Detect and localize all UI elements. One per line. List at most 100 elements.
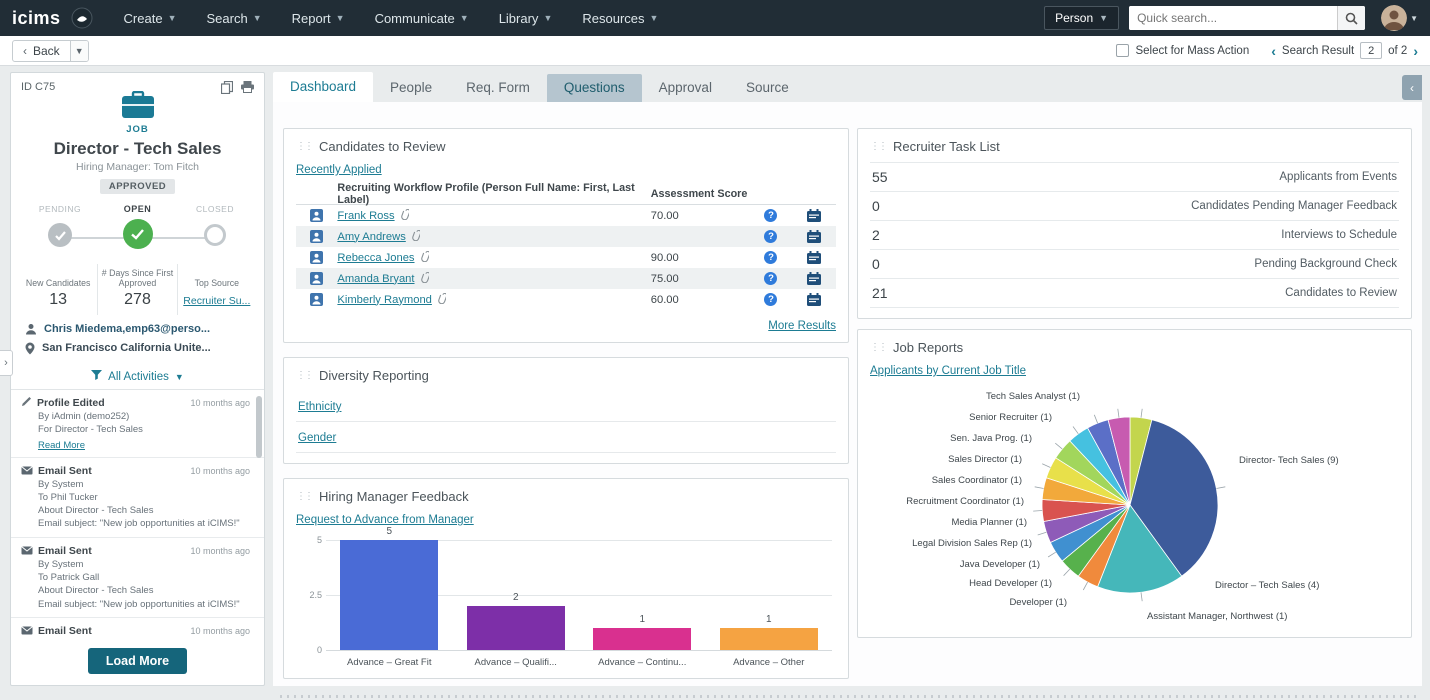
help-icon[interactable]: ?: [764, 293, 777, 306]
collapse-panel-button[interactable]: ‹: [1402, 75, 1422, 100]
schedule-interview-icon[interactable]: [793, 293, 836, 306]
activity-item[interactable]: Email Sent 10 months ago By System To Ph…: [11, 458, 264, 538]
menu-report[interactable]: Report▼: [279, 0, 358, 36]
task-count: 55: [872, 169, 888, 185]
table-row[interactable]: Kimberly Raymond 60.00 ?: [296, 289, 836, 310]
menu-create[interactable]: Create▼: [111, 0, 190, 36]
help-icon[interactable]: ?: [764, 209, 777, 222]
bar-value: 5: [386, 526, 392, 537]
step-closed[interactable]: CLOSED: [180, 204, 250, 256]
back-button[interactable]: ‹Back ▼: [12, 40, 89, 62]
candidate-link[interactable]: Amanda Bryant: [337, 273, 414, 285]
step-pending[interactable]: PENDING: [25, 204, 95, 256]
step-open[interactable]: OPEN: [103, 204, 173, 256]
recently-applied-link[interactable]: Recently Applied: [296, 164, 382, 176]
task-count: 21: [872, 285, 888, 301]
search-scope-dropdown[interactable]: Person▼: [1044, 6, 1119, 30]
stat-value: 13: [21, 291, 95, 309]
applicants-by-job-title-link[interactable]: Applicants by Current Job Title: [870, 365, 1026, 377]
paperclip-icon: [420, 272, 429, 286]
schedule-interview-icon[interactable]: [793, 230, 836, 243]
column-header-score[interactable]: Assessment Score: [651, 188, 750, 200]
tab-req-form[interactable]: Req. Form: [449, 74, 547, 102]
task-row[interactable]: 0Candidates Pending Manager Feedback: [870, 192, 1399, 221]
bar-advance-continue: [593, 628, 691, 650]
read-more-link[interactable]: Read More: [38, 440, 85, 451]
avatar: [1381, 5, 1407, 31]
activity-line: By iAdmin (demo252): [38, 410, 250, 423]
task-row[interactable]: 21Candidates to Review: [870, 279, 1399, 308]
panel-title: Hiring Manager Feedback: [319, 489, 469, 504]
x-label: Advance – Continu...: [579, 657, 706, 668]
activity-line: To Phil Tucker: [38, 491, 250, 504]
top-source-link[interactable]: Recruiter Su...: [183, 295, 250, 307]
activity-item[interactable]: Email Sent 10 months ago By System To Ky…: [11, 618, 264, 639]
schedule-interview-icon[interactable]: [793, 251, 836, 264]
schedule-interview-icon[interactable]: [793, 272, 836, 285]
envelope-icon: [21, 464, 33, 478]
table-row[interactable]: Frank Ross 70.00 ?: [296, 205, 836, 226]
help-icon[interactable]: ?: [764, 251, 777, 264]
more-results-link[interactable]: More Results: [768, 320, 836, 332]
tab-source[interactable]: Source: [729, 74, 806, 102]
table-row[interactable]: Rebecca Jones 90.00 ?: [296, 247, 836, 268]
drag-handle-icon[interactable]: ⋮⋮: [870, 343, 886, 353]
menu-resources[interactable]: Resources▼: [569, 0, 671, 36]
back-dropdown-caret[interactable]: ▼: [70, 41, 88, 61]
result-number-input[interactable]: 2: [1360, 42, 1382, 59]
sidebar-expand-button[interactable]: ›: [0, 350, 13, 376]
tab-approval[interactable]: Approval: [642, 74, 729, 102]
next-result-button[interactable]: ›: [1413, 44, 1418, 58]
table-row[interactable]: Amanda Bryant 75.00 ?: [296, 268, 836, 289]
search-button[interactable]: [1337, 6, 1365, 30]
activity-title: Profile Edited: [37, 397, 105, 409]
pie-label: Head Developer (1): [969, 578, 1052, 589]
chevron-down-icon: ▼: [460, 13, 469, 23]
load-more-button[interactable]: Load More: [88, 648, 187, 674]
candidate-link[interactable]: Kimberly Raymond: [337, 294, 432, 306]
activity-item[interactable]: Email Sent 10 months ago By System To Pa…: [11, 538, 264, 618]
chevron-down-icon: ▼: [175, 372, 184, 382]
drag-handle-icon[interactable]: ⋮⋮: [296, 492, 312, 502]
gender-link[interactable]: Gender: [298, 432, 336, 444]
filter-funnel-icon: [91, 370, 102, 383]
tab-dashboard[interactable]: Dashboard: [273, 72, 373, 102]
candidate-link[interactable]: Frank Ross: [337, 210, 394, 222]
task-count: 2: [872, 227, 880, 243]
menu-communicate[interactable]: Communicate▼: [362, 0, 482, 36]
help-icon[interactable]: ?: [764, 230, 777, 243]
menu-search[interactable]: Search▼: [193, 0, 274, 36]
drag-handle-icon[interactable]: ⋮⋮: [296, 371, 312, 381]
user-menu[interactable]: ▼: [1381, 5, 1418, 31]
pie-label: Media Planner (1): [951, 517, 1027, 528]
tab-people[interactable]: People: [373, 74, 449, 102]
table-row[interactable]: Amy Andrews ?: [296, 226, 836, 247]
menu-library[interactable]: Library▼: [486, 0, 566, 36]
panel-title: Job Reports: [893, 340, 963, 355]
mass-action-checkbox[interactable]: [1116, 44, 1129, 57]
briefcase-icon: [121, 108, 155, 122]
activity-feed[interactable]: Profile Edited 10 months ago By iAdmin (…: [11, 389, 264, 639]
activity-scrollbar[interactable]: [256, 396, 262, 458]
prev-result-button[interactable]: ‹: [1271, 44, 1276, 58]
candidate-link[interactable]: Amy Andrews: [337, 231, 405, 243]
brand-badge-icon: [71, 7, 93, 29]
horizontal-scrollbar[interactable]: [280, 695, 1416, 698]
task-row[interactable]: 55Applicants from Events: [870, 163, 1399, 192]
quick-search-input[interactable]: [1129, 6, 1337, 30]
activity-item[interactable]: Profile Edited 10 months ago By iAdmin (…: [11, 390, 264, 458]
request-to-advance-link[interactable]: Request to Advance from Manager: [296, 514, 474, 526]
drag-handle-icon[interactable]: ⋮⋮: [870, 142, 886, 152]
task-row[interactable]: 0Pending Background Check: [870, 250, 1399, 279]
contact-name[interactable]: Chris Miedema,emp63@perso...: [44, 323, 210, 335]
drag-handle-icon[interactable]: ⋮⋮: [296, 142, 312, 152]
activity-filter-dropdown[interactable]: All Activities ▼: [11, 370, 264, 383]
candidate-link[interactable]: Rebecca Jones: [337, 252, 414, 264]
ethnicity-link[interactable]: Ethnicity: [298, 401, 341, 413]
schedule-interview-icon[interactable]: [793, 209, 836, 222]
hiring-manager-feedback-panel: ⋮⋮ Hiring Manager Feedback Request to Adv…: [283, 478, 849, 679]
task-row[interactable]: 2Interviews to Schedule: [870, 221, 1399, 250]
column-header-name[interactable]: Recruiting Workflow Profile (Person Full…: [337, 182, 650, 206]
tab-questions[interactable]: Questions: [547, 74, 642, 102]
help-icon[interactable]: ?: [764, 272, 777, 285]
